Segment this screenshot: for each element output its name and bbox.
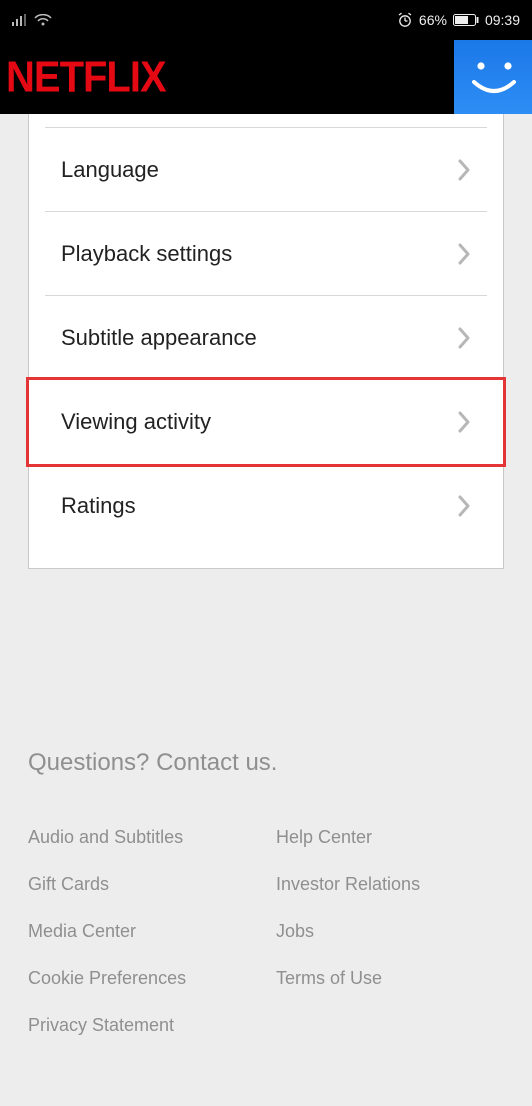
alarm-icon — [397, 12, 413, 28]
footer-link-investor[interactable]: Investor Relations — [276, 874, 504, 895]
footer-links-grid: Audio and Subtitles Help Center Gift Car… — [28, 827, 504, 1036]
footer-link-gift[interactable]: Gift Cards — [28, 874, 256, 895]
wifi-icon — [34, 14, 52, 26]
settings-row-label: Subtitle appearance — [61, 325, 257, 351]
settings-card: Language Playback settings Subtitle appe… — [28, 114, 504, 569]
divider — [45, 114, 487, 128]
settings-row-label: Language — [61, 157, 159, 183]
settings-row-label: Ratings — [61, 493, 136, 519]
footer-contact[interactable]: Questions? Contact us. — [28, 749, 504, 777]
clock: 09:39 — [485, 12, 520, 28]
battery-percent: 66% — [419, 12, 447, 28]
app-header: NETFLIX — [0, 40, 532, 114]
profile-avatar[interactable] — [454, 40, 532, 114]
footer: Questions? Contact us. Audio and Subtitl… — [0, 569, 532, 1076]
footer-link-privacy[interactable]: Privacy Statement — [28, 1015, 256, 1036]
footer-link-audio[interactable]: Audio and Subtitles — [28, 827, 256, 848]
settings-row-label: Viewing activity — [61, 409, 211, 435]
signal-icon — [12, 14, 28, 26]
footer-link-help[interactable]: Help Center — [276, 827, 504, 848]
footer-link-media[interactable]: Media Center — [28, 921, 256, 942]
footer-link-terms[interactable]: Terms of Use — [276, 968, 504, 989]
chevron-right-icon — [457, 242, 471, 266]
settings-row-viewing-activity[interactable]: Viewing activity — [29, 380, 503, 464]
chevron-right-icon — [457, 410, 471, 434]
chevron-right-icon — [457, 158, 471, 182]
status-bar: 66% 09:39 — [0, 0, 532, 40]
settings-row-subtitle[interactable]: Subtitle appearance — [45, 296, 487, 380]
settings-row-label: Playback settings — [61, 241, 232, 267]
chevron-right-icon — [457, 326, 471, 350]
settings-row-ratings[interactable]: Ratings — [45, 464, 487, 548]
settings-row-playback[interactable]: Playback settings — [45, 212, 487, 296]
footer-link-cookie[interactable]: Cookie Preferences — [28, 968, 256, 989]
footer-link-jobs[interactable]: Jobs — [276, 921, 504, 942]
netflix-logo[interactable]: NETFLIX — [6, 52, 166, 102]
smile-icon — [454, 40, 532, 114]
settings-row-language[interactable]: Language — [45, 128, 487, 212]
battery-icon — [453, 14, 479, 26]
chevron-right-icon — [457, 494, 471, 518]
